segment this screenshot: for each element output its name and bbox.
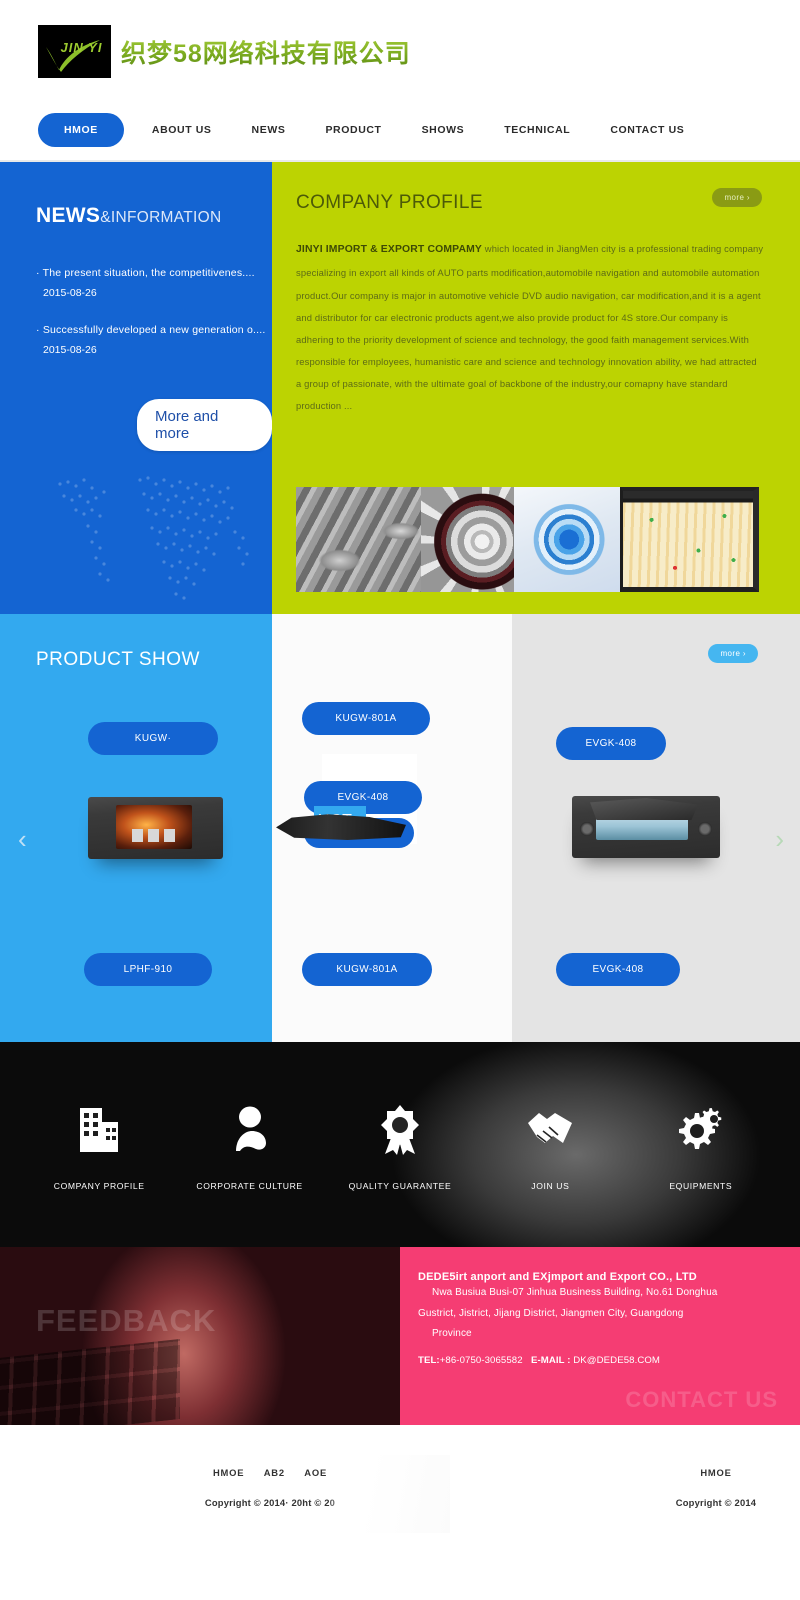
- page-root: JIN YI 织梦58网络科技有限公司 HMOE ABOUT US NEWS P…: [0, 0, 800, 1600]
- footer-copyright-right: Copyright © 2014: [675, 1497, 757, 1508]
- product-image-3: [572, 796, 720, 858]
- building-icon: [24, 1099, 174, 1161]
- profile-body-text: which located in JiangMen city is a prof…: [296, 243, 764, 412]
- product-show-row: PRODUCT SHOW ‹ KUGW· LPHF-910 KUGW-801A …: [0, 614, 800, 1042]
- contact-address-line-2: Gustrict, Jistrict, Jijang District, Jia…: [418, 1307, 684, 1319]
- carousel-next-arrow[interactable]: ›: [775, 826, 784, 852]
- footer-nav-item[interactable]: AB2: [264, 1467, 285, 1478]
- product-label-top-3[interactable]: EVGK-408: [556, 727, 666, 760]
- product-buttons-1: [132, 829, 178, 842]
- news-list-item[interactable]: · Successfully developed a new generatio…: [36, 323, 272, 356]
- service-label: EQUIPMENTS: [669, 1180, 733, 1191]
- nav-item-shows[interactable]: SHOWS: [402, 124, 485, 136]
- services-bar: COMPANY PROFILE CORPORATE CULTURE QUALIT…: [0, 1042, 800, 1247]
- service-label: QUALITY GUARANTEE: [348, 1180, 452, 1191]
- product-image-1: [88, 797, 223, 859]
- profile-heading: COMPANY PROFILE: [296, 192, 483, 213]
- footer-nav-item[interactable]: AOE: [304, 1467, 327, 1478]
- contact-tel-value[interactable]: +86-0750-3065582: [440, 1355, 523, 1366]
- product-label-top-2[interactable]: KUGW-801A: [302, 702, 430, 735]
- product-knob-left-3: [580, 822, 594, 836]
- logo-company-name: 织梦58网络科技有限公司: [121, 34, 411, 70]
- feedback-watermark: FEEDBACK: [36, 1303, 217, 1338]
- product-label-top-1[interactable]: KUGW·: [88, 722, 218, 755]
- news-item-date: 2015-08-26: [43, 343, 97, 356]
- profile-body: JINYI IMPORT & EXPORT COMPAMY which loca…: [296, 238, 764, 417]
- gps-navigation-photo: [620, 487, 759, 592]
- person-icon: [175, 1099, 325, 1161]
- footer-nav-item[interactable]: HMOE: [700, 1467, 731, 1478]
- news-panel: NEWS&INFORMATION · The present situation…: [0, 162, 272, 614]
- product-label-bottom-2[interactable]: KUGW-801A: [302, 953, 432, 986]
- profile-image-strip: [296, 487, 759, 592]
- news-heading: NEWS&INFORMATION: [36, 204, 272, 228]
- product-top-flap-3: [590, 798, 698, 820]
- contact-panel: CONTACT US DEDE5irt anport and EXjmport …: [400, 1247, 800, 1425]
- product-label-bottom-3[interactable]: EVGK-408: [556, 953, 680, 986]
- contact-us-watermark: CONTACT US: [625, 1387, 778, 1412]
- contact-email-label: E-MAIL :: [530, 1354, 571, 1366]
- service-label: JOIN US: [531, 1180, 570, 1191]
- world-dot-map-decoration: [58, 476, 249, 600]
- contact-company-name: DEDE5irt anport and EXjmport and Export …: [418, 1271, 697, 1283]
- news-heading-main: NEWS: [36, 204, 101, 227]
- contact-address-line-3: Province: [432, 1328, 472, 1339]
- keyboard-texture: [0, 1339, 180, 1425]
- nav-item-contact-us[interactable]: CONTACT US: [590, 124, 704, 136]
- site-logo[interactable]: JIN YI 织梦58网络科技有限公司: [38, 25, 411, 78]
- contact-address-line-1: Nwa Busiua Busi-07 Jinhua Business Build…: [432, 1287, 718, 1298]
- product-column-3: more › › EVGK-408 EVGK-408: [512, 614, 800, 1042]
- site-header: JIN YI 织梦58网络科技有限公司: [0, 0, 800, 100]
- nav-item-product[interactable]: PRODUCT: [305, 124, 401, 136]
- contact-tel-label: TEL:: [418, 1354, 440, 1366]
- product-column-1: PRODUCT SHOW ‹ KUGW· LPHF-910: [0, 614, 272, 1042]
- contact-tel-email: TEL:+86-0750-3065582 E-MAIL : DK@DEDE58.…: [418, 1355, 800, 1366]
- nav-item-news[interactable]: NEWS: [232, 124, 306, 136]
- news-more-button[interactable]: More and more: [137, 399, 272, 451]
- product-screen-1: [116, 805, 192, 849]
- feedback-photo: FEEDBACK: [0, 1247, 400, 1425]
- award-ribbon-icon: [325, 1099, 475, 1161]
- footer-right-block: HMOE Copyright © 2014: [626, 1467, 800, 1508]
- product-knob-right-3: [698, 822, 712, 836]
- product-show-heading: PRODUCT SHOW: [36, 649, 200, 670]
- news-list: · The present situation, the competitive…: [36, 266, 272, 356]
- contact-email-value[interactable]: DK@DEDE58.COM: [573, 1355, 660, 1366]
- gears-icon: [626, 1099, 776, 1161]
- nav-item-technical[interactable]: TECHNICAL: [484, 124, 590, 136]
- product-column-2: KUGW-801A EVGK-408 UCT KUGW-801A: [272, 614, 512, 1042]
- news-item-title[interactable]: · Successfully developed a new generatio…: [36, 323, 272, 339]
- product-label-bottom-1[interactable]: LPHF-910: [84, 953, 212, 986]
- service-item-corporate-culture[interactable]: CORPORATE CULTURE: [175, 1099, 325, 1191]
- service-label: COMPANY PROFILE: [53, 1180, 145, 1191]
- brake-disc-photo: [513, 487, 621, 592]
- main-navigation: HMOE ABOUT US NEWS PRODUCT SHOWS TECHNIC…: [0, 100, 800, 162]
- handshake-icon: [475, 1099, 625, 1161]
- company-profile-panel: COMPANY PROFILE more › JINYI IMPORT & EX…: [272, 162, 800, 614]
- feedback-contact-section: FEEDBACK CONTACT US DEDE5irt anport and …: [0, 1247, 800, 1425]
- footer-nav-item[interactable]: HMOE: [213, 1467, 244, 1478]
- service-item-join-us[interactable]: JOIN US: [475, 1099, 625, 1191]
- site-footer: HMOE AB2 AOE Copyright © 2014· 20ht © 20…: [0, 1425, 800, 1597]
- nav-item-hmoe[interactable]: HMOE: [38, 113, 124, 147]
- logo-badge-text: JIN YI: [60, 40, 103, 55]
- service-item-equipments[interactable]: EQUIPMENTS: [626, 1099, 776, 1191]
- news-heading-sub: &INFORMATION: [100, 209, 222, 226]
- profile-lead: JINYI IMPORT & EXPORT COMPAMY: [296, 244, 483, 255]
- logo-badge: JIN YI: [38, 25, 111, 78]
- render-glitch-smudge: [330, 1455, 450, 1533]
- footer-nav-right: HMOE: [626, 1467, 800, 1478]
- service-label: CORPORATE CULTURE: [196, 1180, 303, 1191]
- service-item-company-profile[interactable]: COMPANY PROFILE: [24, 1099, 174, 1191]
- service-item-quality-guarantee[interactable]: QUALITY GUARANTEE: [325, 1099, 475, 1191]
- carousel-prev-arrow[interactable]: ‹: [18, 826, 27, 852]
- nav-item-about-us[interactable]: ABOUT US: [132, 124, 232, 136]
- news-and-profile-row: NEWS&INFORMATION · The present situation…: [0, 162, 800, 614]
- news-item-title[interactable]: · The present situation, the competitive…: [36, 266, 272, 282]
- product-more-button[interactable]: more ›: [708, 644, 758, 663]
- profile-more-button[interactable]: more ›: [712, 188, 762, 207]
- news-list-item[interactable]: · The present situation, the competitive…: [36, 266, 272, 299]
- news-item-date: 2015-08-26: [43, 286, 97, 299]
